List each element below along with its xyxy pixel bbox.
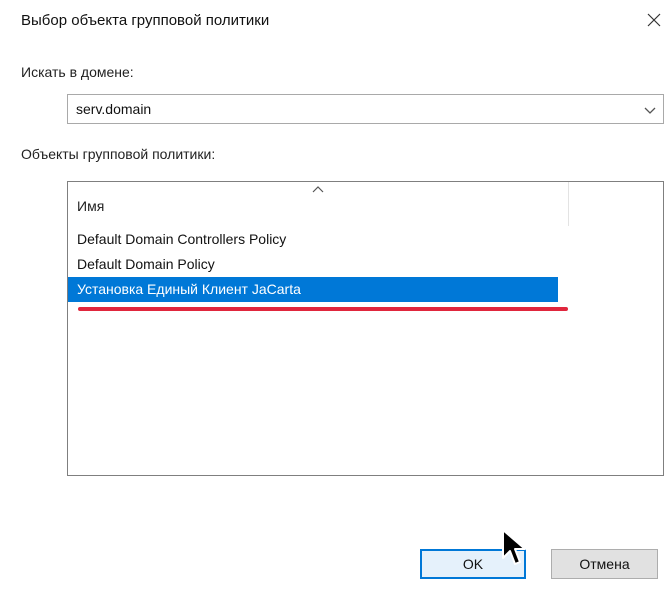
- mouse-pointer-icon: [502, 529, 526, 565]
- close-button[interactable]: [640, 6, 668, 34]
- close-icon: [647, 13, 661, 27]
- dialog-title: Выбор объекта групповой политики: [21, 12, 270, 29]
- sort-ascending-icon: [312, 186, 324, 193]
- column-header-name[interactable]: Имя: [68, 182, 569, 226]
- domain-select-value: serv.domain: [76, 101, 152, 117]
- dialog: Выбор объекта групповой политики Искать …: [0, 0, 669, 604]
- cancel-button[interactable]: Отмена: [551, 549, 658, 579]
- annotation-underline: [78, 307, 568, 311]
- list-item[interactable]: Default Domain Policy: [68, 252, 558, 277]
- column-header-label: Имя: [77, 198, 105, 214]
- gpo-rows: Default Domain Controllers Policy Defaul…: [68, 227, 663, 302]
- gpo-list[interactable]: Имя Default Domain Controllers Policy De…: [67, 181, 664, 476]
- list-item[interactable]: Default Domain Controllers Policy: [68, 227, 558, 252]
- domain-select[interactable]: serv.domain: [67, 94, 664, 124]
- objects-label: Объекты групповой политики:: [21, 146, 216, 162]
- domain-label: Искать в домене:: [21, 64, 134, 80]
- chevron-down-icon: [644, 107, 656, 114]
- list-item-selected[interactable]: Установка Единый Клиент JaCarta: [68, 277, 558, 302]
